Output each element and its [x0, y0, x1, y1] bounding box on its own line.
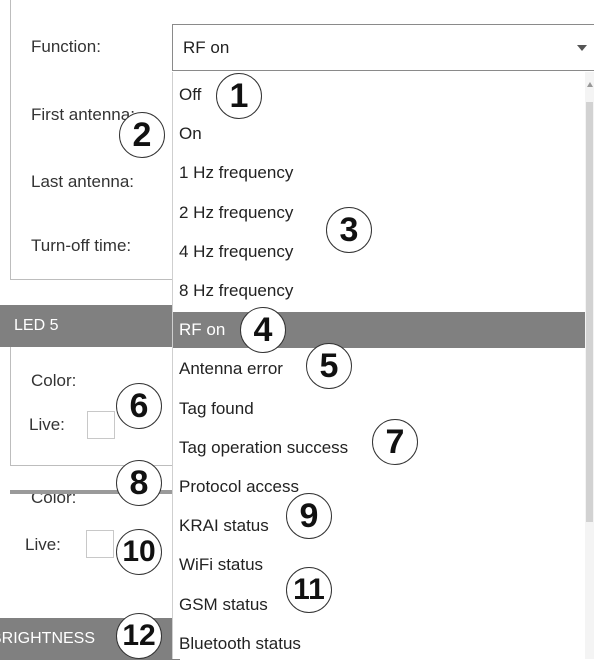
dropdown-option[interactable]: 2 Hz frequency	[173, 195, 293, 231]
function-select[interactable]: RF on	[172, 24, 594, 71]
dropdown-option[interactable]: WiFi status	[173, 547, 263, 583]
dropdown-option[interactable]: RF on	[173, 312, 586, 349]
callout-badge-9: 9	[286, 493, 332, 539]
callout-badge-12: 12	[116, 613, 162, 659]
chevron-down-icon[interactable]	[577, 45, 587, 51]
led5-header-text: LED 5	[14, 317, 59, 334]
callout-badge-1: 1	[216, 73, 262, 119]
dropdown-option[interactable]: Bluetooth status	[173, 626, 301, 659]
dropdown-option[interactable]: GSM status	[173, 587, 268, 623]
function-dropdown-list: Off On 1 Hz frequency 2 Hz frequency 4 Hz fr…	[172, 72, 594, 659]
callout-badge-6: 6	[116, 383, 162, 429]
dropdown-option[interactable]: 4 Hz frequency	[173, 234, 293, 270]
led5-section-header: LED 5	[0, 305, 180, 347]
led6-live-checkbox[interactable]	[86, 530, 114, 558]
callout-badge-4: 4	[240, 307, 286, 353]
dropdown-option[interactable]: 8 Hz frequency	[173, 273, 293, 309]
dropdown-option[interactable]: Tag operation success	[173, 430, 348, 466]
scroll-up-arrow-icon[interactable]	[587, 82, 593, 87]
dropdown-option[interactable]: 1 Hz frequency	[173, 155, 293, 191]
dropdown-scrollbar[interactable]	[585, 72, 594, 659]
callout-badge-3: 3	[326, 207, 372, 253]
scrollbar-thumb[interactable]	[586, 102, 593, 522]
last-antenna-label: Last antenna:	[31, 172, 135, 191]
callout-badge-2: 2	[119, 112, 165, 158]
dropdown-option[interactable]: Protocol access	[173, 469, 299, 505]
function-select-value: RF on	[183, 37, 230, 57]
function-label: Function:	[31, 37, 101, 56]
dropdown-option[interactable]: Tag found	[173, 391, 254, 427]
dropdown-option[interactable]: Antenna error	[173, 351, 283, 387]
led5-live-label: Live:	[29, 415, 65, 434]
dropdown-option[interactable]: KRAI status	[173, 508, 269, 544]
dropdown-option[interactable]: On	[173, 116, 202, 152]
led6-live-label: Live:	[25, 535, 61, 554]
led5-color-label: Color:	[31, 371, 77, 390]
callout-badge-10: 10	[116, 529, 162, 575]
led5-live-checkbox[interactable]	[87, 411, 115, 439]
dropdown-option[interactable]: Off	[173, 77, 201, 113]
callout-badge-8: 8	[116, 460, 162, 506]
callout-badge-11: 11	[286, 567, 332, 613]
led6-color-label: Color:	[31, 494, 77, 507]
turn-off-time-label: Turn-off time:	[31, 236, 132, 255]
callout-badge-5: 5	[306, 343, 352, 389]
brightness-header-text: BRIGHTNESS	[0, 630, 96, 647]
callout-badge-7: 7	[372, 419, 418, 465]
